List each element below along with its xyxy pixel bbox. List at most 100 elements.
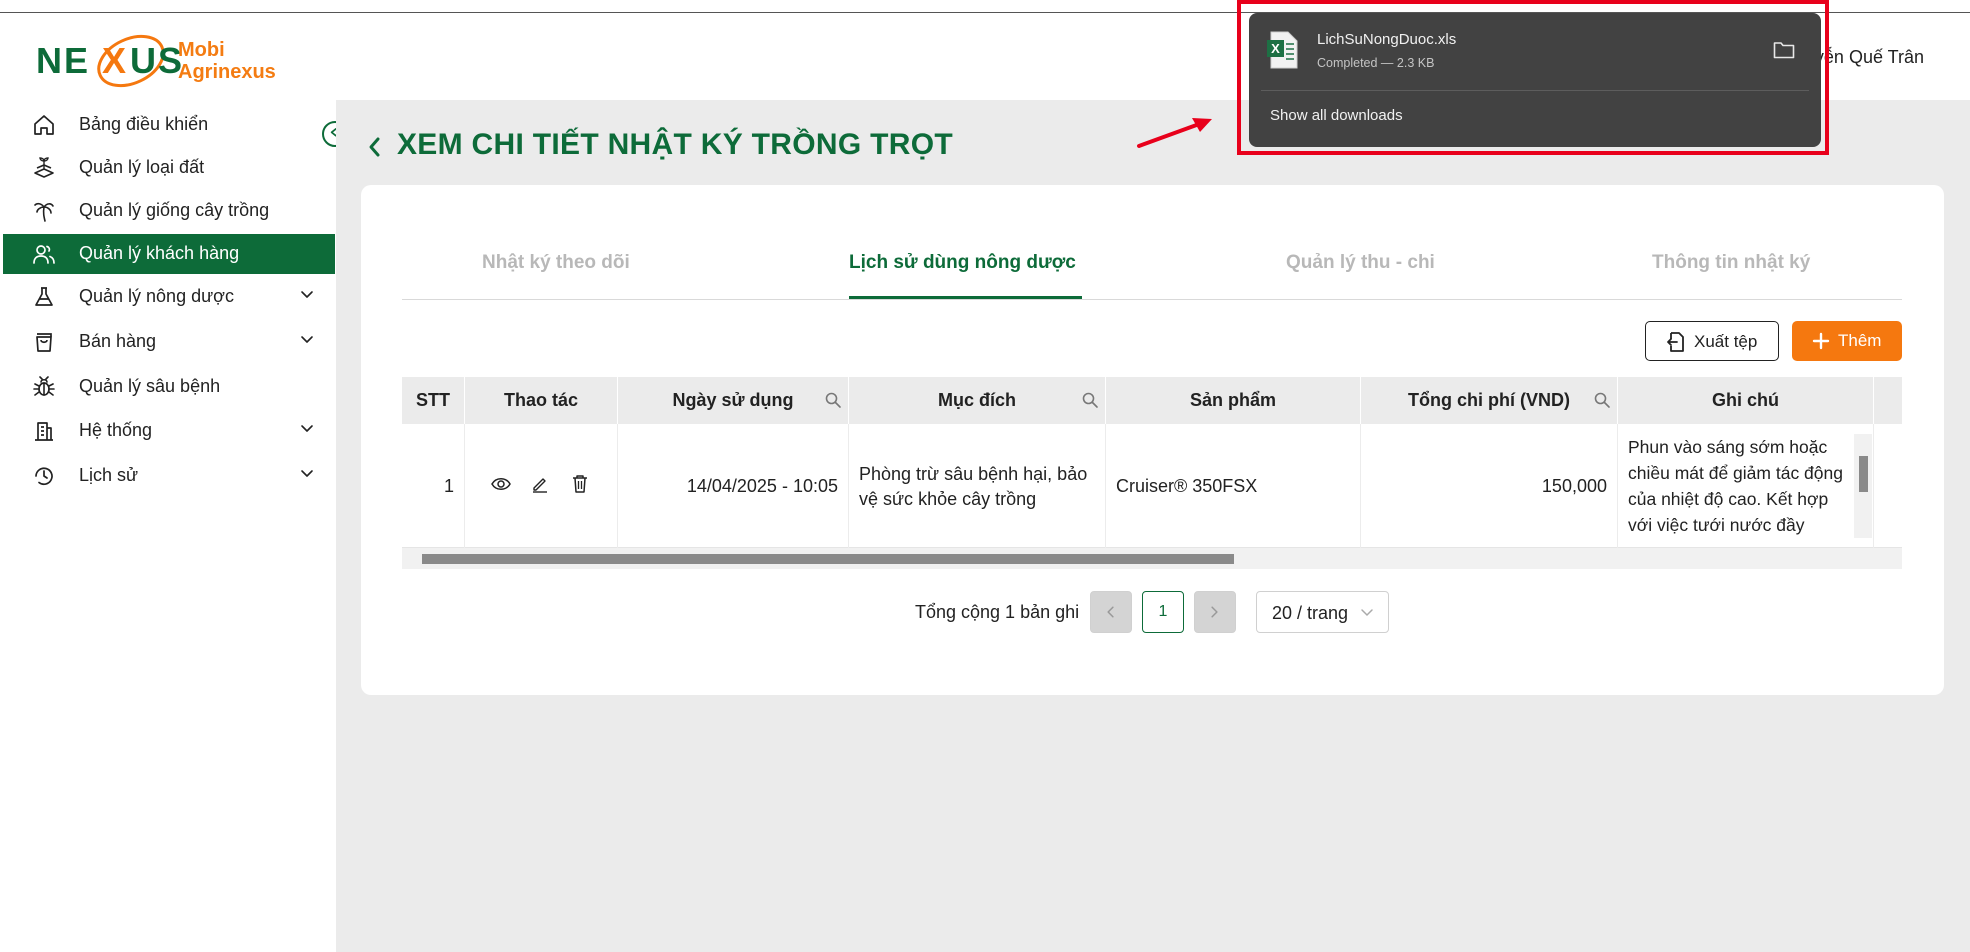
pesticide-history-table: STT Thao tác Ngày sử dụng Mục đích Sản p… xyxy=(402,377,1902,569)
downloads-popup: X LichSuNongDuoc.xls Completed — 2.3 KB … xyxy=(1249,13,1821,147)
note-scrollbar[interactable] xyxy=(1854,434,1872,538)
plus-icon xyxy=(1812,332,1830,350)
column-header-date[interactable]: Ngày sử dụng xyxy=(618,377,849,424)
page-number-button[interactable]: 1 xyxy=(1142,591,1184,633)
export-file-icon xyxy=(1667,332,1684,352)
sidebar-item-label: Quản lý sâu bệnh xyxy=(79,376,221,396)
page-size-select[interactable]: 20 / trang xyxy=(1256,591,1389,633)
column-header-note: Ghi chú xyxy=(1618,377,1874,424)
tab-thong-tin-nhat-ky[interactable]: Thông tin nhật ký xyxy=(1652,252,1810,274)
cell-purpose-value: Phòng trừ sâu bệnh hại, bảo vệ sức khỏe … xyxy=(859,464,1088,509)
sidebar-item-quan-ly-khach-hang[interactable]: Quản lý khách hàng xyxy=(3,234,335,274)
note-scrollbar-thumb[interactable] xyxy=(1859,456,1868,492)
active-tab-indicator xyxy=(849,296,1082,299)
sidebar-item-quan-ly-giong-cay-trong[interactable]: Quản lý giống cây trồng xyxy=(3,191,335,231)
cell-note: Phun vào sáng sớm hoặc chiều mát để giảm… xyxy=(1618,424,1874,548)
svg-text:X: X xyxy=(1271,41,1280,56)
chevron-down-icon xyxy=(301,470,313,477)
show-all-downloads-link[interactable]: Show all downloads xyxy=(1270,107,1403,124)
sidebar-item-label: Quản lý loại đất xyxy=(79,157,205,177)
view-icon[interactable] xyxy=(491,476,511,492)
flask-icon xyxy=(35,287,53,306)
sidebar-item-label: Hệ thống xyxy=(79,420,153,440)
sidebar-item-label: Bán hàng xyxy=(79,331,157,351)
bug-icon xyxy=(33,376,55,396)
users-icon xyxy=(33,245,55,264)
add-button[interactable]: Thêm xyxy=(1792,321,1902,361)
back-chevron-icon[interactable] xyxy=(366,136,384,158)
sidebar-item-he-thong[interactable]: Hệ thống xyxy=(3,411,335,451)
sidebar-item-quan-ly-nong-duoc[interactable]: Quản lý nông dược xyxy=(3,277,335,317)
column-header-label: Sản phẩm xyxy=(1189,390,1277,410)
next-page-button[interactable] xyxy=(1194,591,1236,633)
sidebar-item-label: Quản lý nông dược xyxy=(79,286,234,306)
column-header-cost[interactable]: Tổng chi phí (VND) xyxy=(1361,377,1618,424)
column-header-purpose[interactable]: Mục đích xyxy=(849,377,1106,424)
search-icon[interactable] xyxy=(1593,391,1611,409)
tab-lich-su-dung-nong-duoc[interactable]: Lịch sử dùng nông dược xyxy=(849,252,1076,274)
user-name[interactable]: yễn Quế Trân xyxy=(1815,47,1924,68)
sidebar-item-quan-ly-loai-dat[interactable]: Quản lý loại đất xyxy=(3,148,335,188)
chevron-down-icon xyxy=(301,336,313,343)
search-icon[interactable] xyxy=(1081,391,1099,409)
land-icon xyxy=(34,157,54,178)
cell-cost: 150,000 xyxy=(1361,424,1618,548)
export-button[interactable]: Xuất tệp xyxy=(1645,321,1779,361)
export-button-label: Xuất tệp xyxy=(1694,332,1758,351)
column-header-label: Ghi chú xyxy=(1712,390,1779,410)
building-icon xyxy=(35,422,53,441)
cell-stt: 1 xyxy=(402,424,465,548)
chevron-right-icon xyxy=(1211,606,1218,618)
chevron-down-icon xyxy=(301,291,313,298)
sidebar-item-label: Quản lý giống cây trồng xyxy=(79,200,270,220)
chevron-left-icon xyxy=(1107,606,1114,618)
sidebar-item-quan-ly-sau-benh[interactable]: Quản lý sâu bệnh xyxy=(3,367,335,407)
column-header-actions: Thao tác xyxy=(465,377,618,424)
logo-line2: Agrinexus xyxy=(178,61,276,83)
column-header-label: Ngày sử dụng xyxy=(672,390,794,410)
folder-icon[interactable] xyxy=(1773,41,1795,59)
column-header-stt: STT xyxy=(402,377,465,424)
table-horizontal-scrollbar[interactable] xyxy=(402,548,1902,569)
shopping-bag-icon xyxy=(36,333,52,352)
cell-stt-value: 1 xyxy=(443,476,454,496)
delete-icon[interactable] xyxy=(572,474,588,493)
svg-text:NE: NE xyxy=(36,40,90,81)
chevron-down-icon xyxy=(301,425,313,432)
cell-note-value: Phun vào sáng sớm hoặc chiều mát để giảm… xyxy=(1628,437,1843,535)
tab-nhat-ky-theo-doi[interactable]: Nhật ký theo dõi xyxy=(482,252,630,274)
home-icon xyxy=(34,115,54,135)
cell-date: 14/04/2025 - 10:05 xyxy=(618,424,849,548)
page-title: XEM CHI TIẾT NHẬT KÝ TRỒNG TRỌT xyxy=(397,128,953,161)
table-scrollbar-thumb[interactable] xyxy=(422,554,1234,564)
add-button-label: Thêm xyxy=(1838,331,1882,350)
total-records: Tổng cộng 1 bản ghi xyxy=(915,602,1080,622)
sidebar-item-lich-su[interactable]: Lịch sử xyxy=(3,456,335,496)
download-file-name[interactable]: LichSuNongDuoc.xls xyxy=(1317,31,1456,48)
tab-bar: Nhật ký theo dõi Lịch sử dùng nông dược … xyxy=(402,240,1902,300)
column-header-label: Mục đích xyxy=(937,390,1016,410)
palm-tree-icon xyxy=(34,202,54,222)
search-icon[interactable] xyxy=(824,391,842,409)
cell-product: Cruiser® 350FSX xyxy=(1106,424,1361,548)
edit-icon[interactable] xyxy=(531,475,549,493)
tab-quan-ly-thu-chi[interactable]: Quản lý thu - chi xyxy=(1286,252,1435,274)
red-arrow-annotation xyxy=(1137,118,1212,148)
page-size-value: 20 / trang xyxy=(1272,603,1349,623)
logo-line1: Mobi xyxy=(178,39,225,61)
download-status: Completed — 2.3 KB xyxy=(1317,56,1435,70)
svg-text:X: X xyxy=(102,40,126,81)
column-header-label: Thao tác xyxy=(503,390,578,410)
cell-purpose: Phòng trừ sâu bệnh hại, bảo vệ sức khỏe … xyxy=(849,424,1106,548)
clock-icon xyxy=(35,467,53,486)
table-row[interactable]: 1 14/04/2025 - 10:05 Phòng trừ sâu bệnh … xyxy=(402,424,1902,548)
sidebar-item-bang-dieu-khien[interactable]: Bảng điều khiển xyxy=(3,105,335,145)
sidebar-item-ban-hang[interactable]: Bán hàng xyxy=(3,322,335,362)
excel-file-icon: X xyxy=(1267,31,1298,69)
column-header-product: Sản phẩm xyxy=(1106,377,1361,424)
popup-divider xyxy=(1261,90,1809,91)
chevron-down-icon xyxy=(1361,609,1373,617)
prev-page-button[interactable] xyxy=(1090,591,1132,633)
svg-text:US: US xyxy=(130,40,184,81)
cell-date-value: 14/04/2025 - 10:05 xyxy=(686,476,838,496)
